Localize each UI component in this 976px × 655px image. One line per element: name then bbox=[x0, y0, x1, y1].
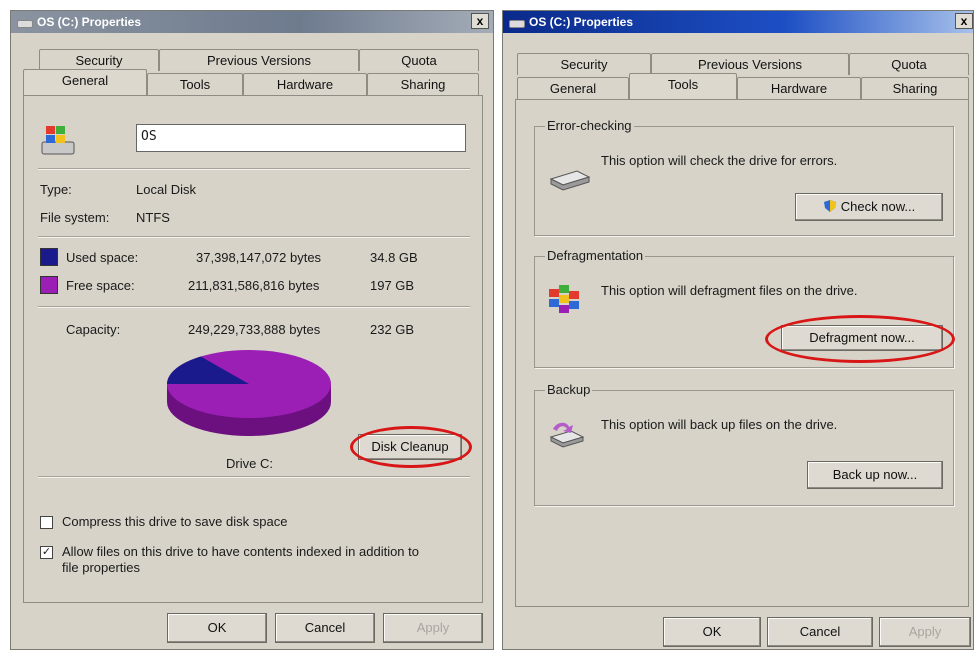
defragment-now-button[interactable]: Defragment now... bbox=[781, 325, 943, 351]
free-space-size: 197 GB bbox=[370, 278, 415, 293]
disk-usage-pie bbox=[164, 346, 334, 438]
right-tab-hardware[interactable]: Hardware bbox=[737, 77, 861, 99]
backup-group: Backup This option will back up files on… bbox=[534, 382, 954, 506]
right-close-button[interactable]: x bbox=[955, 13, 973, 29]
left-tab-previous-versions[interactable]: Previous Versions bbox=[159, 49, 359, 71]
used-space-bytes: 37,398,147,072 bytes bbox=[196, 250, 322, 265]
left-tab-general[interactable]: General bbox=[23, 69, 147, 95]
compress-checkbox[interactable] bbox=[40, 516, 53, 529]
capacity-label: Capacity: bbox=[66, 322, 121, 337]
defragment-icon bbox=[547, 281, 587, 321]
index-label-line1: Allow files on this drive to have conten… bbox=[62, 544, 419, 559]
left-tab-sharing[interactable]: Sharing bbox=[367, 73, 479, 95]
shield-icon bbox=[823, 196, 837, 212]
drive-title-icon bbox=[509, 17, 525, 28]
free-space-label: Free space: bbox=[66, 278, 135, 293]
left-close-button[interactable]: x bbox=[471, 13, 489, 29]
capacity-size: 232 GB bbox=[370, 322, 415, 337]
left-tab-quota[interactable]: Quota bbox=[359, 49, 479, 71]
drive-title-icon bbox=[17, 17, 33, 28]
separator-3 bbox=[38, 306, 470, 308]
free-space-swatch bbox=[40, 276, 58, 294]
left-apply-button[interactable]: Apply bbox=[383, 613, 483, 643]
capacity-bytes: 249,229,733,888 bytes bbox=[188, 322, 321, 337]
right-properties-window: OS (C:) Properties x Security Previous V… bbox=[502, 10, 974, 650]
right-tab-quota[interactable]: Quota bbox=[849, 53, 969, 75]
general-tab-panel: OS Type: Local Disk File system: NTFS Us… bbox=[23, 95, 483, 603]
left-ok-button[interactable]: OK bbox=[167, 613, 267, 643]
separator-1 bbox=[38, 168, 470, 170]
right-ok-button[interactable]: OK bbox=[663, 617, 761, 647]
right-tab-security[interactable]: Security bbox=[517, 53, 651, 75]
separator-2 bbox=[38, 236, 470, 238]
defragmentation-group: Defragmentation This option will defragm… bbox=[534, 248, 955, 368]
right-window-title: OS (C:) Properties bbox=[529, 15, 634, 29]
backup-title: Backup bbox=[545, 382, 593, 397]
error-checking-group: Error-checking This option will check th… bbox=[534, 118, 954, 236]
backup-text: This option will back up files on the dr… bbox=[601, 417, 838, 432]
used-space-size: 34.8 GB bbox=[370, 250, 418, 265]
right-tab-tools[interactable]: Tools bbox=[629, 73, 737, 99]
right-tab-general[interactable]: General bbox=[517, 77, 629, 99]
defragmentation-text: This option will defragment files on the… bbox=[601, 283, 858, 298]
check-now-label: Check now... bbox=[840, 199, 916, 214]
right-apply-button[interactable]: Apply bbox=[879, 617, 971, 647]
backup-icon bbox=[547, 419, 587, 453]
error-checking-text: This option will check the drive for err… bbox=[601, 153, 838, 168]
used-space-label: Used space: bbox=[66, 250, 139, 265]
index-label-line2: file properties bbox=[62, 560, 141, 575]
hard-drive-icon bbox=[547, 167, 591, 193]
right-title-bar[interactable]: OS (C:) Properties bbox=[503, 11, 973, 33]
used-space-swatch bbox=[40, 248, 58, 266]
file-system-value: NTFS bbox=[136, 210, 170, 225]
index-checkbox[interactable]: ✓ bbox=[40, 546, 53, 559]
type-value: Local Disk bbox=[136, 182, 196, 197]
check-now-button[interactable]: Check now... bbox=[795, 193, 943, 221]
left-tab-security[interactable]: Security bbox=[39, 49, 159, 71]
left-cancel-button[interactable]: Cancel bbox=[275, 613, 375, 643]
right-cancel-button[interactable]: Cancel bbox=[767, 617, 873, 647]
defragmentation-title: Defragmentation bbox=[545, 248, 646, 263]
drive-name-input[interactable]: OS bbox=[136, 124, 466, 152]
drive-icon bbox=[40, 124, 80, 158]
left-properties-window: OS (C:) Properties x Security Previous V… bbox=[10, 10, 494, 650]
right-tab-previous-versions[interactable]: Previous Versions bbox=[651, 53, 849, 75]
left-window-title: OS (C:) Properties bbox=[37, 15, 142, 29]
tools-tab-panel: Error-checking This option will check th… bbox=[515, 99, 969, 607]
left-title-bar[interactable]: OS (C:) Properties bbox=[11, 11, 493, 33]
compress-label: Compress this drive to save disk space bbox=[62, 514, 288, 529]
error-checking-title: Error-checking bbox=[545, 118, 634, 133]
disk-cleanup-button[interactable]: Disk Cleanup bbox=[358, 434, 462, 460]
left-tab-tools[interactable]: Tools bbox=[147, 73, 243, 95]
left-tab-hardware[interactable]: Hardware bbox=[243, 73, 367, 95]
file-system-label: File system: bbox=[40, 210, 110, 225]
right-tab-sharing[interactable]: Sharing bbox=[861, 77, 969, 99]
drive-label: Drive C: bbox=[226, 456, 273, 471]
backup-now-button[interactable]: Back up now... bbox=[807, 461, 943, 489]
free-space-bytes: 211,831,586,816 bytes bbox=[188, 278, 320, 293]
type-label: Type: bbox=[40, 182, 72, 197]
separator-4 bbox=[38, 476, 470, 478]
